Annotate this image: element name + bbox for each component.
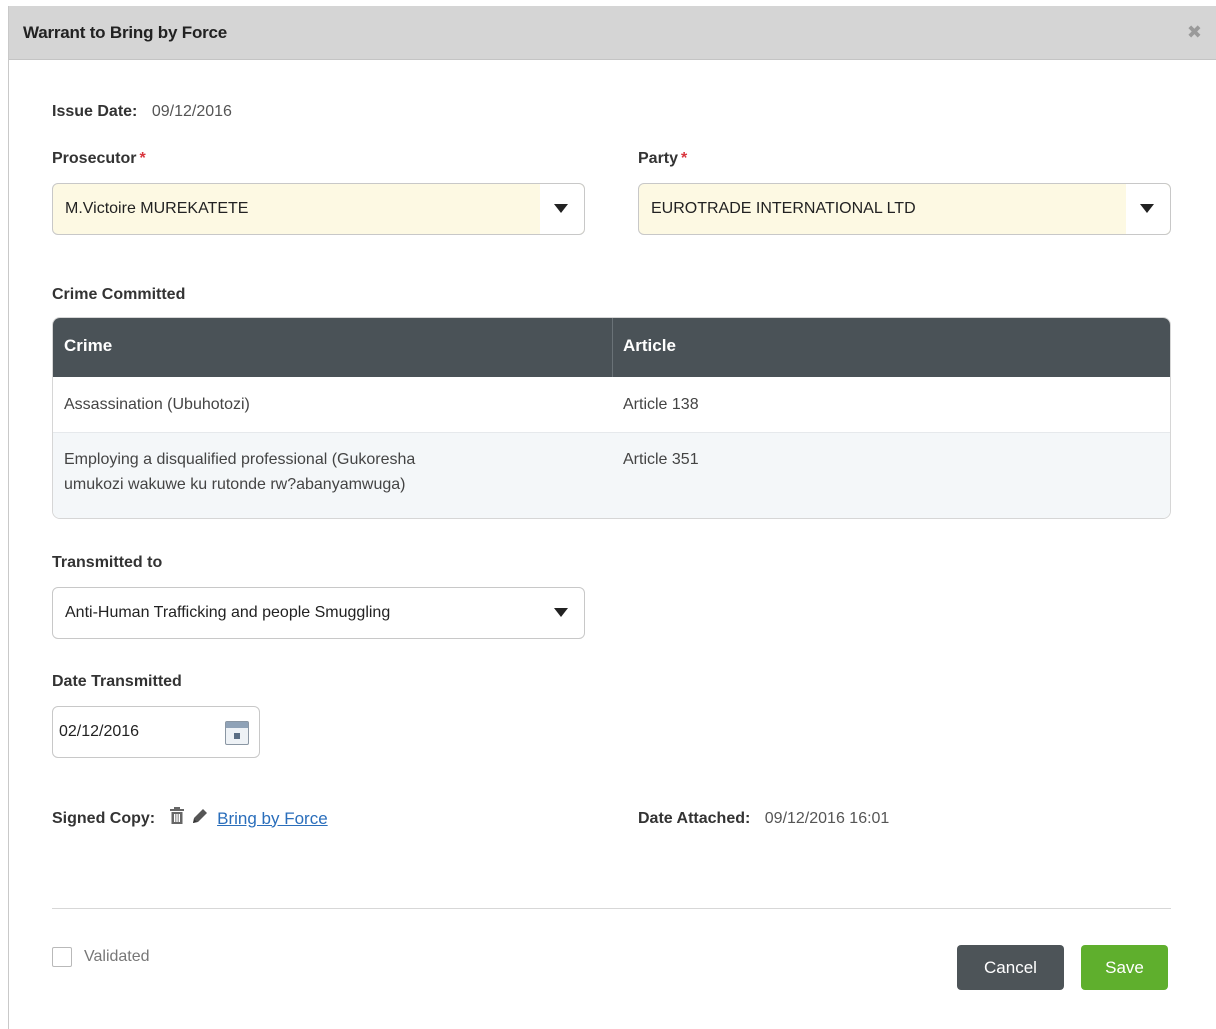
save-button[interactable]: Save [1081, 945, 1168, 990]
crime-cell: Employing a disqualified professional (G… [53, 447, 613, 518]
table-row[interactable]: Employing a disqualified professional (G… [53, 432, 1170, 518]
date-transmitted-input[interactable]: 02/12/2016 [52, 706, 260, 758]
transmitted-to-value: Anti-Human Trafficking and people Smuggl… [65, 604, 391, 621]
trash-icon[interactable] [169, 807, 185, 830]
date-attached-row: Date Attached: 09/12/2016 16:01 [638, 810, 889, 828]
pencil-icon[interactable] [191, 807, 209, 830]
signed-copy-label: Signed Copy: [52, 809, 156, 827]
dialog-title: Warrant to Bring by Force [23, 22, 228, 42]
required-mark: * [139, 150, 146, 167]
warrant-dialog: Warrant to Bring by Force ✖ Issue Date: … [8, 6, 1216, 1029]
cancel-button[interactable]: Cancel [957, 945, 1064, 990]
crime-grid: Crime Article Assassination (Ubuhotozi) … [52, 317, 1171, 519]
party-label-wrap: Party * [638, 150, 687, 168]
crime-cell: Assassination (Ubuhotozi) [64, 395, 250, 413]
column-header-crime[interactable]: Crime [53, 318, 613, 377]
crime-cell-line: umukozi wakuwe ku rutonde rw?abanyamwuga… [64, 476, 406, 493]
crime-committed-label: Crime Committed [52, 286, 186, 303]
validated-checkbox[interactable] [52, 947, 72, 967]
issue-date-label: Issue Date: [52, 103, 138, 120]
prosecutor-label-wrap: Prosecutor * [52, 150, 146, 168]
date-attached-label: Date Attached: [638, 810, 751, 827]
prosecutor-label: Prosecutor [52, 150, 137, 167]
chevron-down-icon[interactable] [1140, 204, 1154, 213]
grid-header: Crime Article [53, 318, 1170, 377]
party-select[interactable]: EUROTRADE INTERNATIONAL LTD [638, 183, 1171, 235]
party-label: Party [638, 150, 679, 167]
article-cell: Article 351 [623, 451, 699, 468]
date-transmitted-value: 02/12/2016 [59, 723, 140, 740]
validated-label: Validated [84, 948, 150, 965]
prosecutor-select[interactable]: M.Victoire MUREKATETE [52, 183, 585, 235]
prosecutor-value: M.Victoire MUREKATETE [65, 200, 249, 217]
issue-date-row: Issue Date: 09/12/2016 [52, 103, 232, 121]
party-value: EUROTRADE INTERNATIONAL LTD [651, 200, 916, 217]
table-row[interactable]: Assassination (Ubuhotozi) Article 138 [53, 377, 1170, 432]
close-icon[interactable]: ✖ [1187, 22, 1202, 43]
column-header-article[interactable]: Article [613, 318, 1170, 377]
date-transmitted-label: Date Transmitted [52, 673, 182, 690]
calendar-icon[interactable] [225, 721, 249, 745]
dialog-titlebar[interactable]: Warrant to Bring by Force ✖ [9, 6, 1216, 60]
transmitted-to-select[interactable]: Anti-Human Trafficking and people Smuggl… [52, 587, 585, 639]
issue-date-value: 09/12/2016 [151, 103, 232, 120]
required-mark: * [681, 150, 688, 167]
transmitted-to-label: Transmitted to [52, 554, 163, 571]
signed-copy-link[interactable]: Bring by Force [217, 809, 328, 829]
chevron-down-icon[interactable] [554, 608, 568, 617]
chevron-down-icon[interactable] [554, 204, 568, 213]
article-cell: Article 138 [623, 395, 699, 413]
date-attached-value: 09/12/2016 16:01 [764, 810, 890, 827]
crime-cell-line: Employing a disqualified professional (G… [64, 451, 416, 468]
footer-divider [52, 908, 1171, 909]
signed-copy-row: Signed Copy: Bring by Force [52, 807, 328, 830]
